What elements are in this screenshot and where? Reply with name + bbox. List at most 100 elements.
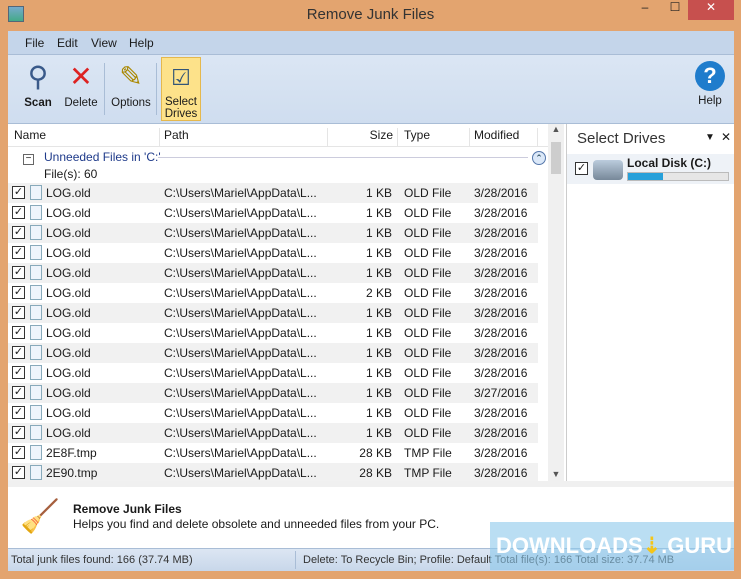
file-modified: 3/28/2016 (474, 266, 528, 280)
row-checkbox[interactable]: ✓ (12, 186, 25, 199)
table-row[interactable]: ✓ LOG.old C:\Users\Mariel\AppData\L... 1… (8, 423, 538, 443)
scan-button[interactable]: ⚲ Scan (20, 57, 56, 121)
file-path: C:\Users\Mariel\AppData\L... (164, 426, 317, 440)
file-icon (30, 245, 42, 260)
delete-button[interactable]: ✕ Delete (61, 57, 101, 121)
file-name: LOG.old (46, 426, 91, 440)
row-checkbox[interactable]: ✓ (12, 366, 25, 379)
row-checkbox[interactable]: ✓ (12, 266, 25, 279)
file-path: C:\Users\Mariel\AppData\L... (164, 466, 317, 480)
table-row[interactable]: ✓ LOG.old C:\Users\Mariel\AppData\L... 1… (8, 343, 538, 363)
scan-label: Scan (24, 97, 52, 109)
menu-help[interactable]: Help (129, 36, 154, 50)
panel-title: Select Drives (577, 130, 666, 147)
file-path: C:\Users\Mariel\AppData\L... (164, 386, 317, 400)
help-button[interactable]: ? Help (692, 57, 728, 121)
menu-edit[interactable]: Edit (57, 36, 78, 50)
file-type: TMP File (404, 466, 452, 480)
drive-item-c[interactable]: ✓ Local Disk (C:) (567, 154, 734, 184)
row-checkbox[interactable]: ✓ (12, 426, 25, 439)
select-drives-button[interactable]: ☑ Select Drives (161, 57, 201, 121)
row-checkbox[interactable]: ✓ (12, 466, 25, 479)
table-row[interactable]: ✓ LOG.old C:\Users\Mariel\AppData\L... 1… (8, 183, 538, 203)
table-row[interactable]: ✓ LOG.old C:\Users\Mariel\AppData\L... 1… (8, 363, 538, 383)
file-name: LOG.old (46, 346, 91, 360)
options-button[interactable]: ✎ Options (108, 57, 154, 121)
vertical-scrollbar[interactable]: ▲ ▼ (548, 124, 564, 481)
table-row[interactable]: ✓ LOG.old C:\Users\Mariel\AppData\L... 1… (8, 223, 538, 243)
row-checkbox[interactable]: ✓ (12, 346, 25, 359)
column-path[interactable]: Path (164, 128, 328, 146)
file-modified: 3/28/2016 (474, 446, 528, 460)
collapse-toggle[interactable]: − (23, 154, 34, 165)
row-checkbox[interactable]: ✓ (12, 446, 25, 459)
file-size: 1 KB (365, 366, 392, 380)
file-type: OLD File (404, 386, 452, 400)
collapse-up-icon[interactable]: ⌃ (532, 151, 546, 165)
drive-checkbox[interactable]: ✓ (575, 162, 588, 175)
table-row[interactable]: ✓ LOG.old C:\Users\Mariel\AppData\L... 1… (8, 203, 538, 223)
column-name[interactable]: Name (14, 128, 160, 146)
row-checkbox[interactable]: ✓ (12, 326, 25, 339)
row-checkbox[interactable]: ✓ (12, 386, 25, 399)
file-type: OLD File (404, 426, 452, 440)
menu-file[interactable]: File (25, 36, 44, 50)
file-size: 2 KB (365, 286, 392, 300)
file-path: C:\Users\Mariel\AppData\L... (164, 446, 317, 460)
table-row[interactable]: ✓ 2E8F.tmp C:\Users\Mariel\AppData\L... … (8, 443, 538, 463)
file-name: LOG.old (46, 406, 91, 420)
file-modified: 3/28/2016 (474, 426, 528, 440)
maximize-button[interactable]: ☐ (660, 0, 690, 20)
table-row[interactable]: ✓ LOG.old C:\Users\Mariel\AppData\L... 1… (8, 303, 538, 323)
file-name: LOG.old (46, 326, 91, 340)
table-row[interactable]: ✓ LOG.old C:\Users\Mariel\AppData\L... 2… (8, 283, 538, 303)
scroll-thumb[interactable] (551, 142, 561, 174)
select-drives-label: Select (165, 96, 197, 108)
column-modified[interactable]: Modified (474, 128, 538, 146)
file-path: C:\Users\Mariel\AppData\L... (164, 366, 317, 380)
status-total-found: Total junk files found: 166 (37.74 MB) (11, 554, 193, 566)
close-button[interactable]: ✕ (688, 0, 734, 20)
file-size: 1 KB (365, 266, 392, 280)
menu-view[interactable]: View (91, 36, 117, 50)
file-path: C:\Users\Mariel\AppData\L... (164, 266, 317, 280)
column-size[interactable]: Size (328, 128, 398, 146)
row-checkbox[interactable]: ✓ (12, 206, 25, 219)
watermark-logo: DOWNLOADS⇣.GURU (490, 522, 734, 570)
table-row[interactable]: ✓ LOG.old C:\Users\Mariel\AppData\L... 1… (8, 263, 538, 283)
row-checkbox[interactable]: ✓ (12, 406, 25, 419)
minimize-button[interactable]: – (630, 0, 660, 20)
file-size: 1 KB (365, 226, 392, 240)
file-size: 28 KB (359, 466, 392, 480)
file-size: 1 KB (365, 206, 392, 220)
file-modified: 3/28/2016 (474, 326, 528, 340)
row-checkbox[interactable]: ✓ (12, 306, 25, 319)
delete-label: Delete (64, 97, 98, 109)
table-row[interactable]: ✓ LOG.old C:\Users\Mariel\AppData\L... 1… (8, 383, 538, 403)
row-checkbox[interactable]: ✓ (12, 286, 25, 299)
table-row[interactable]: ✓ LOG.old C:\Users\Mariel\AppData\L... 1… (8, 403, 538, 423)
file-modified: 3/28/2016 (474, 206, 528, 220)
table-row[interactable]: ✓ LOG.old C:\Users\Mariel\AppData\L... 1… (8, 323, 538, 343)
table-row[interactable]: ✓ 2E90.tmp C:\Users\Mariel\AppData\L... … (8, 463, 538, 483)
file-type: OLD File (404, 366, 452, 380)
file-icon (30, 325, 42, 340)
scroll-down-icon[interactable]: ▼ (548, 469, 564, 479)
file-size: 1 KB (365, 386, 392, 400)
table-row[interactable]: ✓ LOG.old C:\Users\Mariel\AppData\L... 1… (8, 243, 538, 263)
info-title: Remove Junk Files (73, 502, 182, 516)
file-icon (30, 385, 42, 400)
file-name: LOG.old (46, 286, 91, 300)
panel-close-icon[interactable]: ✕ (721, 130, 731, 144)
options-label: Options (111, 97, 151, 109)
row-checkbox[interactable]: ✓ (12, 226, 25, 239)
file-icon (30, 405, 42, 420)
panel-dropdown-icon[interactable]: ▼ (705, 132, 715, 143)
file-type: OLD File (404, 226, 452, 240)
file-icon (30, 445, 42, 460)
row-checkbox[interactable]: ✓ (12, 246, 25, 259)
file-size: 1 KB (365, 406, 392, 420)
file-icon (30, 225, 42, 240)
column-type[interactable]: Type (404, 128, 470, 146)
scroll-up-icon[interactable]: ▲ (548, 124, 564, 134)
